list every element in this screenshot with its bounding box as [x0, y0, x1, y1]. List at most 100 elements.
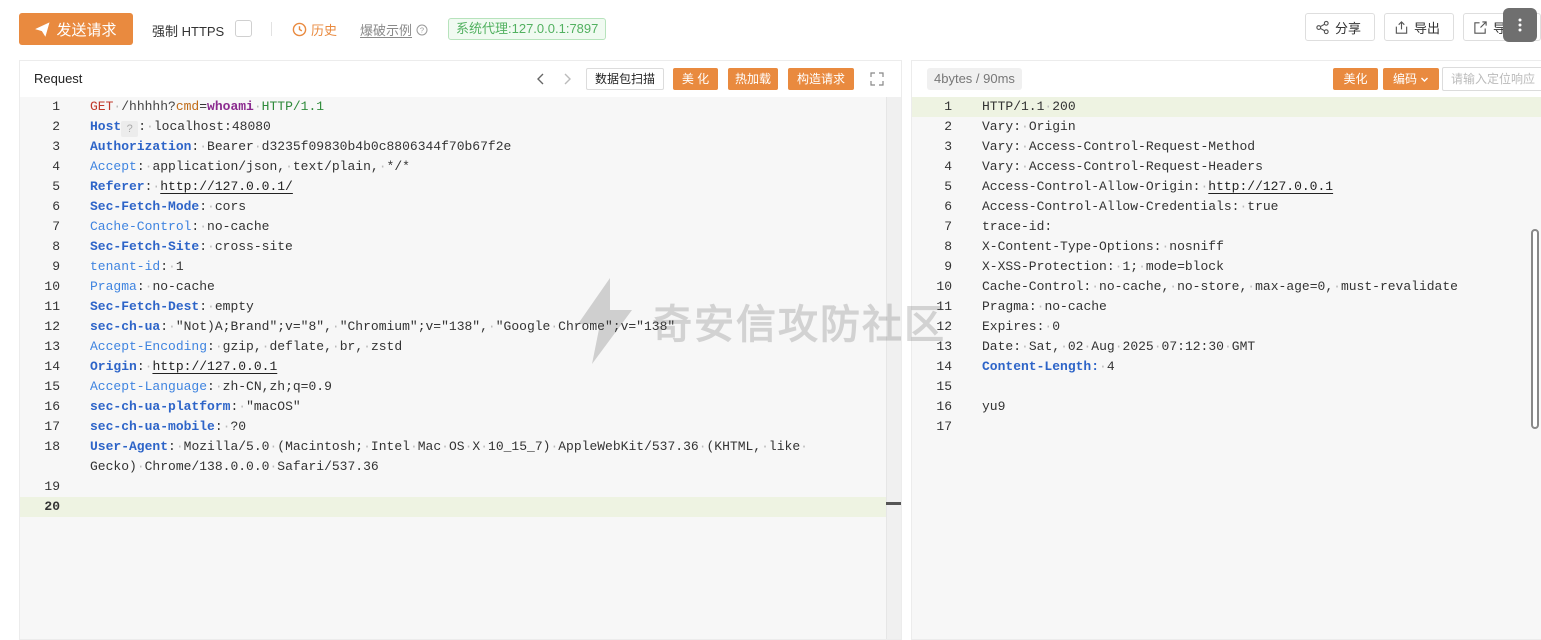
header-colon: :: [207, 339, 215, 354]
chevron-left-icon[interactable]: [534, 71, 548, 87]
code-line: 15 Accept-Language:·zh-CN,zh;q=0.9: [20, 377, 886, 397]
code-line: 10 Pragma:·no-cache: [20, 277, 886, 297]
whitespace-marker: ·: [1099, 359, 1107, 374]
line-content: Accept:·application/json,·text/plain,·*/…: [90, 157, 410, 177]
beautify-response-button[interactable]: 美化: [1333, 68, 1378, 90]
code-token: Gecko): [90, 459, 137, 474]
packet-scan-button[interactable]: 数据包扫描: [586, 68, 664, 90]
line-content: Cache-Control:·no-cache,·no-store,·max-a…: [982, 277, 1458, 297]
header-key: sec-ch-ua-mobile: [90, 419, 215, 434]
code-token: "Not)A;Brand";v="8",: [175, 319, 332, 334]
line-content: sec-ch-ua-platform:·"macOS": [90, 397, 301, 417]
line-number: 11: [44, 299, 60, 314]
code-token: AppleWebKit/537.36: [558, 439, 699, 454]
request-scrollbar[interactable]: [886, 97, 901, 639]
history-button[interactable]: 历史: [292, 20, 337, 39]
share-button[interactable]: 分享: [1305, 13, 1375, 41]
code-token: "Google: [495, 319, 551, 334]
hot-load-button[interactable]: 热加载: [728, 68, 778, 90]
line-content: GET·/hhhhh?cmd=whoami·HTTP/1.1: [90, 97, 324, 117]
line-number: 11: [936, 299, 952, 314]
whitespace-marker: ·: [253, 99, 262, 114]
expand-icon[interactable]: [870, 72, 884, 86]
whitespace-marker: ·: [214, 379, 223, 394]
header-url: http://127.0.0.1: [152, 359, 278, 374]
code-line: 13 Accept-Encoding:·gzip,·deflate,·br,·zs…: [20, 337, 886, 357]
code-line: 2 Host?:·localhost:48080: [20, 117, 886, 137]
more-options-button[interactable]: [1503, 8, 1537, 42]
header-key: User-Agent: [90, 439, 169, 454]
header-key: trace-id: [982, 219, 1045, 234]
line-number: 18: [44, 439, 60, 454]
code-token: HTTP/1.1: [982, 99, 1045, 114]
more-vertical-icon: [1518, 18, 1522, 32]
header-key: Host: [90, 119, 122, 134]
header-colon: :: [136, 279, 145, 294]
header-key: Accept: [90, 159, 137, 174]
encoding-dropdown[interactable]: 编码: [1383, 68, 1439, 90]
response-scrollbar[interactable]: [1531, 229, 1539, 429]
line-number: 7: [52, 219, 60, 234]
force-https-checkbox[interactable]: [235, 20, 252, 37]
brute-example-link[interactable]: 爆破示例 ?: [360, 20, 428, 39]
code-token: 02: [1067, 339, 1084, 354]
construct-request-button[interactable]: 构造请求: [788, 68, 854, 90]
whitespace-marker: ·: [1333, 279, 1341, 294]
code-token: */*: [386, 159, 410, 174]
code-token: Origin: [1028, 119, 1076, 134]
header-key: X-XSS-Protection: [982, 259, 1107, 274]
header-key: Authorization: [90, 139, 192, 154]
line-number: 20: [44, 499, 60, 514]
beautify-request-button[interactable]: 美 化: [673, 68, 718, 90]
header-colon: :: [199, 239, 208, 254]
code-line: 15: [912, 377, 1541, 397]
code-line: 3 Vary:·Access-Control-Request-Method: [912, 137, 1541, 157]
whitespace-marker: ·: [207, 199, 215, 214]
whitespace-marker: ·: [363, 339, 371, 354]
code-token: text/plain,: [292, 159, 379, 174]
line-number: 8: [52, 239, 60, 254]
response-editor[interactable]: 1 HTTP/1.1·200 2 Vary:·Origin 3 Vary:·Access-…: [912, 97, 1541, 639]
chevron-right-icon[interactable]: [560, 71, 574, 87]
code-token: 07:12:30: [1161, 339, 1224, 354]
line-content: Pragma:·no-cache: [90, 277, 215, 297]
share-icon: [1316, 20, 1329, 34]
whitespace-marker: ·: [238, 399, 247, 414]
line-number: 9: [52, 259, 60, 274]
line-content: Accept-Language:·zh-CN,zh;q=0.9: [90, 377, 332, 397]
header-key: Vary: [982, 139, 1014, 154]
code-token: 200: [1052, 99, 1076, 114]
whitespace-marker: ·: [199, 139, 208, 154]
code-token: cors: [214, 199, 247, 214]
code-token: no-cache: [1044, 299, 1107, 314]
export-label: 导出: [1414, 20, 1441, 36]
locate-response-input[interactable]: [1442, 67, 1541, 91]
code-token: max-age=0,: [1255, 279, 1334, 294]
line-number: 2: [944, 119, 952, 134]
send-request-button[interactable]: 发送请求: [19, 13, 133, 45]
header-colon: :: [207, 379, 215, 394]
code-token: yu9: [982, 399, 1006, 414]
line-number: 4: [944, 159, 952, 174]
export-button[interactable]: 导出: [1384, 13, 1454, 41]
code-line: 9 tenant-id:·1: [20, 257, 886, 277]
header-url: http://127.0.0.1: [1208, 179, 1334, 194]
code-token: GMT: [1231, 339, 1256, 354]
line-number: 1: [52, 99, 60, 114]
whitespace-marker: ·: [550, 319, 559, 334]
line-number: 7: [944, 219, 952, 234]
header-url: http://127.0.0.1/: [160, 179, 293, 194]
code-line: 3 Authorization:·Bearer·d3235f09830b4b0c8…: [20, 137, 886, 157]
code-token: d3235f09830b4b0c8806344f70b67f2e: [261, 139, 512, 154]
code-token: (KHTML,: [706, 439, 762, 454]
whitespace-marker: ·: [1021, 139, 1029, 154]
code-token: empty: [214, 299, 254, 314]
whitespace-marker: ·: [199, 219, 208, 234]
code-token: Intel: [370, 439, 410, 454]
request-editor[interactable]: 1 GET·/hhhhh?cmd=whoami·HTTP/1.1 2 Host?:·l…: [20, 97, 886, 639]
line-content: Sec-Fetch-Dest:·empty: [90, 297, 254, 317]
whitespace-marker: ·: [1153, 339, 1162, 354]
line-number: 13: [44, 339, 60, 354]
code-token: br,: [339, 339, 364, 354]
header-key: Accept-Language: [90, 379, 208, 394]
